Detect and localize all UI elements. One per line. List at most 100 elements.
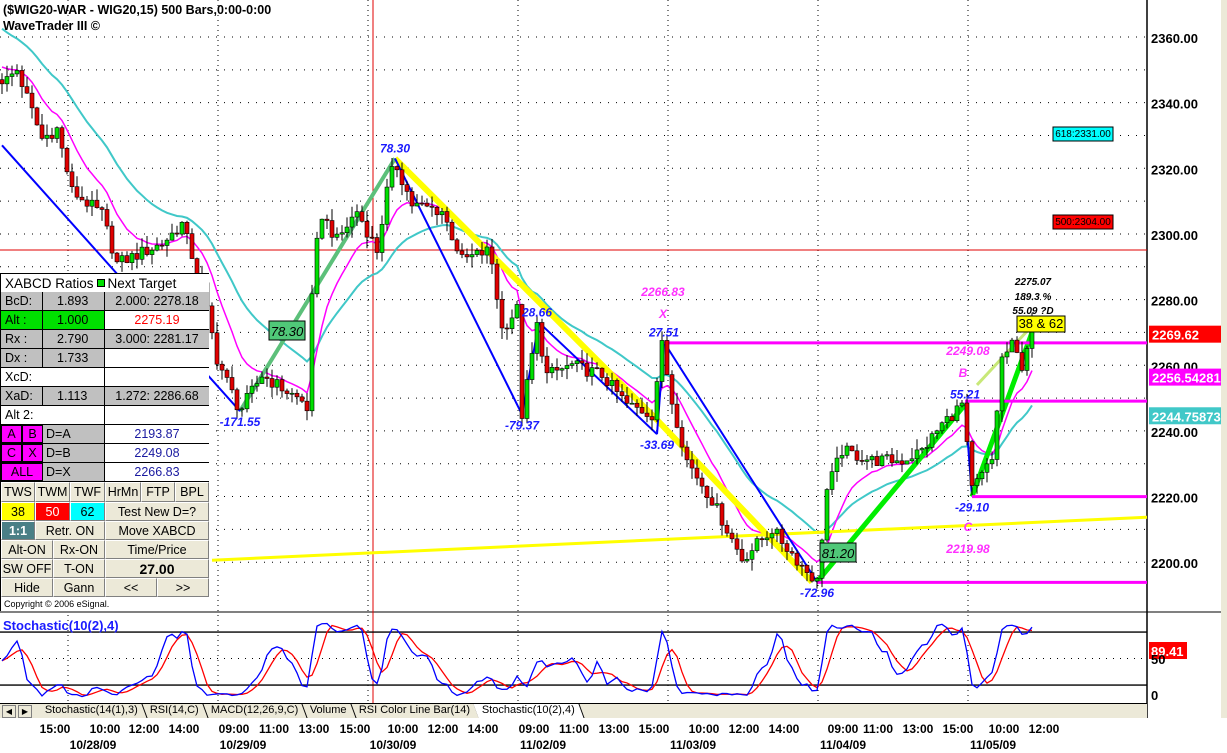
- gann-button[interactable]: Gann: [53, 578, 105, 597]
- ratio-row-xcd: XcD:: [1, 368, 209, 387]
- candle-up: [569, 363, 575, 366]
- time-tick-label: 09:00: [518, 722, 550, 736]
- date-tick-label: 10/30/09: [369, 738, 417, 752]
- point-a-button[interactable]: A: [1, 425, 22, 443]
- candle-up: [564, 365, 570, 369]
- move-xabcd-button[interactable]: Move XABCD: [105, 521, 209, 540]
- tab-volume[interactable]: Volume: [301, 704, 357, 718]
- ratio-box-xd: 81.20: [822, 546, 855, 561]
- candle-down: [499, 299, 505, 329]
- candle-up: [4, 76, 10, 85]
- candle-up: [524, 379, 530, 419]
- fib-62-button[interactable]: 62: [70, 502, 105, 521]
- candle-down: [544, 355, 550, 374]
- time-tick-label: 10:00: [688, 722, 720, 736]
- candle-up: [244, 393, 250, 410]
- candle-down: [854, 450, 860, 461]
- tab-rsi-color-line-bar[interactable]: RSI Color Line Bar(14): [350, 704, 480, 718]
- time-price-value[interactable]: 27.00: [105, 559, 209, 578]
- candle-down: [394, 166, 400, 171]
- one-to-one-button[interactable]: 1:1: [1, 521, 35, 540]
- candle-up: [764, 537, 770, 541]
- t-on-button[interactable]: T-ON: [53, 559, 105, 578]
- ratio-row-bcd: BcD: 1.893 2.000: 2278.18: [1, 292, 209, 311]
- time-tick-label: 15:00: [339, 722, 371, 736]
- candle-up: [384, 186, 390, 225]
- copyright-text: Copyright © 2006 eSignal.: [1, 597, 209, 611]
- scroll-left-icon[interactable]: ◀: [2, 704, 16, 718]
- candle-up: [829, 471, 835, 490]
- candle-up: [139, 246, 145, 260]
- twm-button[interactable]: TWM: [35, 482, 70, 502]
- ftp-button[interactable]: FTP: [141, 482, 175, 502]
- ratio-value: 1.893: [43, 292, 105, 310]
- candle-down: [19, 70, 25, 87]
- price-tick-label: 2340.00: [1151, 97, 1198, 112]
- candle-up: [629, 402, 635, 405]
- price-tick-label: 2360.00: [1151, 31, 1198, 46]
- test-new-d-button[interactable]: Test New D=?: [105, 502, 209, 521]
- time-tick-label: 13:00: [298, 722, 330, 736]
- price-marker-label: 2244.75873: [1152, 409, 1221, 424]
- ratios-header: XABCD Ratios Next Target: [1, 274, 209, 292]
- point-b-button[interactable]: B: [22, 425, 43, 443]
- date-tick-label: 10/29/09: [219, 738, 267, 752]
- rx-on-button[interactable]: Rx-ON: [53, 540, 105, 559]
- candle-down: [859, 460, 865, 462]
- candle-down: [649, 416, 655, 421]
- candle-down: [949, 416, 955, 422]
- candle-down: [634, 402, 640, 408]
- point-x-button[interactable]: X: [22, 444, 43, 462]
- candle-down: [269, 378, 275, 388]
- candle-down: [689, 459, 695, 469]
- candle-up: [844, 445, 850, 456]
- candle-up: [924, 447, 930, 449]
- twf-button[interactable]: TWF: [70, 482, 105, 502]
- candle-down: [444, 211, 450, 223]
- fib-50-button[interactable]: 50: [35, 502, 70, 521]
- candle-up: [989, 459, 995, 465]
- time-price-button[interactable]: Time/Price: [105, 540, 209, 559]
- ratio-box-bc: 78.30: [271, 324, 304, 339]
- candle-up: [179, 221, 185, 235]
- price-marker-label: 2269.62: [1152, 328, 1199, 343]
- hide-button[interactable]: Hide: [1, 578, 53, 597]
- sw-off-button[interactable]: SW OFF: [1, 559, 53, 578]
- point-c-button[interactable]: C: [1, 444, 22, 462]
- hrmn-button[interactable]: HrMn: [105, 482, 141, 502]
- candle-down: [719, 503, 725, 526]
- scroll-right-icon[interactable]: ▶: [18, 704, 32, 718]
- candle-down: [79, 196, 85, 201]
- point-row-all: ALL D=X 2266.83: [1, 463, 209, 482]
- tab-macd[interactable]: MACD(12,26,9,C): [202, 704, 308, 718]
- candle-down: [124, 255, 130, 263]
- candle-down: [684, 446, 690, 461]
- time-tick-label: 14:00: [467, 722, 499, 736]
- time-tick-label: 15:00: [942, 722, 974, 736]
- candle-up: [714, 503, 720, 506]
- candle-down: [219, 363, 225, 371]
- c-price-label: 2219.98: [945, 542, 990, 556]
- tab-stochastic-14[interactable]: Stochastic(14(1),3): [36, 704, 148, 718]
- tab-stochastic-10[interactable]: Stochastic(10(2),4): [473, 704, 585, 718]
- candle-down: [94, 199, 100, 208]
- candle-down: [539, 322, 545, 357]
- retr-on-button[interactable]: Retr. ON: [35, 521, 105, 540]
- time-tick-label: 12:00: [427, 722, 459, 736]
- tws-button[interactable]: TWS: [1, 482, 35, 502]
- candle-down: [209, 305, 215, 334]
- previous-button[interactable]: <<: [105, 578, 157, 597]
- alt-on-button[interactable]: Alt-ON: [1, 540, 53, 559]
- fib-38-button[interactable]: 38: [1, 502, 35, 521]
- next-button[interactable]: >>: [157, 578, 209, 597]
- ratio-target: 1.272: 2286.68: [105, 387, 209, 405]
- study-tabs: ◀ ▶ Stochastic(14(1),3) RSI(14,C) MACD(1…: [0, 703, 1147, 718]
- candle-down: [874, 456, 880, 466]
- tab-rsi[interactable]: RSI(14,C): [141, 704, 209, 718]
- projection-percent: 189.3 %: [1015, 292, 1052, 303]
- candle-down: [104, 209, 110, 227]
- bpl-button[interactable]: BPL: [175, 482, 209, 502]
- candle-up: [654, 381, 660, 421]
- point-all-button[interactable]: ALL: [1, 463, 43, 481]
- x-point-label: X: [658, 307, 668, 321]
